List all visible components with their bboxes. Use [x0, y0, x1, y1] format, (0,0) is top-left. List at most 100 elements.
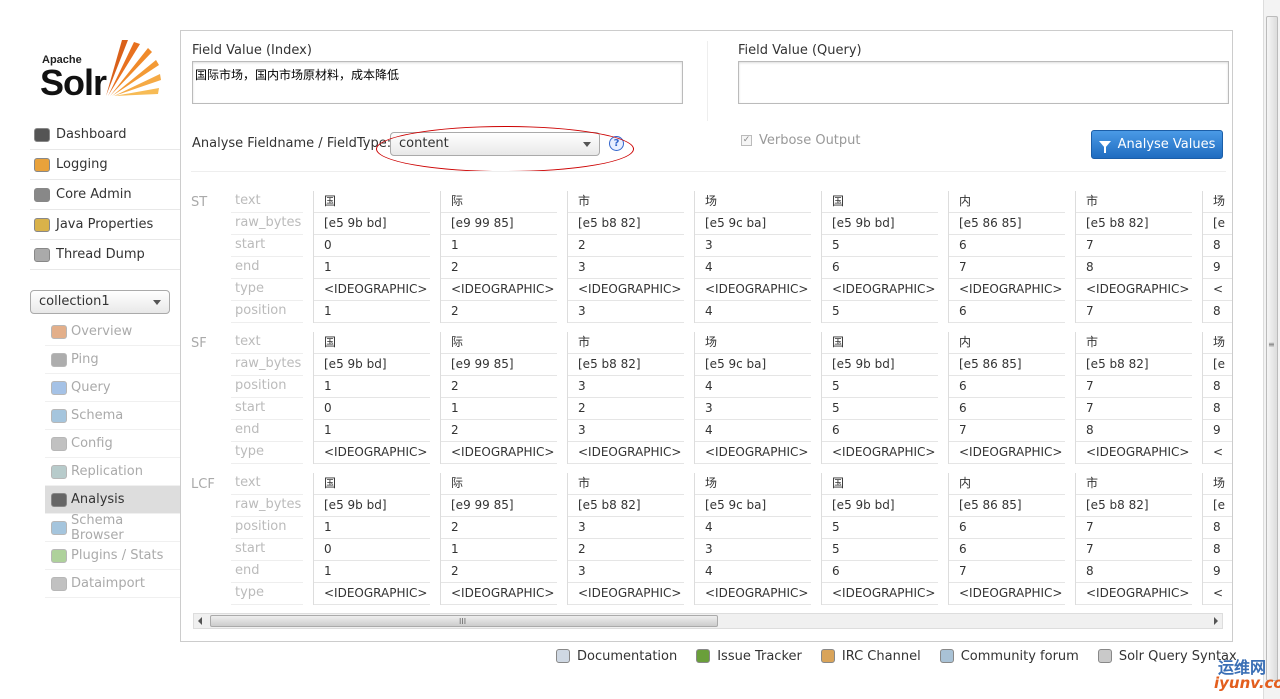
footer-link-irc-channel[interactable]: IRC Channel	[820, 646, 921, 666]
token-type: <IDEOGRAPHIC>	[822, 583, 938, 605]
token-text: 内	[949, 332, 1065, 354]
token-start: 0	[314, 235, 430, 257]
nav-item-label: Core Admin	[56, 187, 132, 202]
token-type: <IDEOGRAPHIC>	[568, 442, 684, 464]
config-icon	[51, 436, 67, 451]
page-scrollbar[interactable]: ≡	[1263, 0, 1280, 699]
funnel-icon	[1098, 141, 1111, 153]
token-start: 7	[1076, 235, 1192, 257]
token-start: 5	[822, 235, 938, 257]
token-column: 国 [e5 9b bd] 1 0 1 <IDEOGRAPHIC>	[314, 473, 430, 605]
index-value-text: 国际市场，国内市场原材料，成本降低	[195, 68, 400, 82]
core-selector[interactable]: collection1	[30, 290, 170, 314]
core-menu-item-config[interactable]: Config	[45, 430, 180, 458]
stage-key: position	[231, 376, 303, 398]
core-menu-item-label: Ping	[71, 352, 99, 367]
token-text: 场	[1203, 332, 1232, 354]
core-menu-item-replication[interactable]: Replication	[45, 458, 180, 486]
core-menu-item-ping[interactable]: Ping	[45, 346, 180, 374]
site-watermark: 运维网 iyunv.com	[1200, 654, 1280, 696]
token-type: <IDEOGRAPHIC>	[441, 583, 557, 605]
token-text: 市	[568, 191, 684, 213]
token-position: 8	[1203, 517, 1232, 539]
core-menu-item-label: Query	[71, 380, 111, 395]
solr-logo[interactable]: Apache Solr	[40, 38, 162, 103]
stage-name[interactable]: ST	[191, 195, 207, 210]
nav-item-dashboard[interactable]: Dashboard	[30, 120, 180, 150]
scroll-right-icon[interactable]	[1214, 617, 1218, 625]
core-menu-item-query[interactable]: Query	[45, 374, 180, 402]
token-column: 国 [e5 9b bd] 5 5 6 <IDEOGRAPHIC>	[822, 332, 938, 464]
scroll-left-icon[interactable]	[198, 617, 202, 625]
replication-icon	[51, 464, 67, 479]
token-column: 场 [e5 9c ba] 3 4 <IDEOGRAPHIC> 4	[695, 191, 811, 323]
core-menu-item-schema[interactable]: Schema	[45, 402, 180, 430]
scrollbar-thumb[interactable]: III	[210, 615, 718, 627]
verbose-output-toggle[interactable]: ✓ Verbose Output	[741, 133, 861, 148]
token-type: <	[1203, 442, 1232, 464]
footer-link-issue-tracker[interactable]: Issue Tracker	[696, 646, 802, 666]
token-type: <IDEOGRAPHIC>	[695, 442, 811, 464]
core-menu-item-dataimport[interactable]: Dataimport	[45, 570, 180, 598]
token-column: 市 [e5 b8 82] 7 7 8 <IDEOGRAPHIC>	[1076, 332, 1192, 464]
fieldtype-select[interactable]: content	[390, 132, 600, 156]
token-start: 3	[695, 539, 811, 561]
token-start: 2	[568, 539, 684, 561]
main-nav: Dashboard Logging Core Admin Java Propertie…	[30, 120, 180, 270]
query-value-label: Field Value (Query)	[738, 43, 862, 58]
core-menu-item-label: Analysis	[71, 492, 125, 507]
chevron-down-icon	[153, 300, 161, 305]
token-end: 3	[568, 420, 684, 442]
footer-link-documentation[interactable]: Documentation	[556, 646, 677, 666]
token-raw-bytes: [e5 86 85]	[949, 354, 1065, 376]
token-position: 1	[314, 517, 430, 539]
stage-key: position	[231, 301, 303, 323]
token-column: 际 [e9 99 85] 2 1 2 <IDEOGRAPHIC>	[441, 473, 557, 605]
help-icon[interactable]: ?	[609, 136, 624, 151]
token-position: 5	[822, 376, 938, 398]
nav-item-label: Thread Dump	[56, 247, 145, 262]
token-end: 8	[1076, 420, 1192, 442]
core-menu-item-label: Schema Browser	[70, 512, 124, 543]
core-menu-item-label: Plugins / Stats	[71, 548, 164, 563]
nav-item-thread-dump[interactable]: Thread Dump	[30, 240, 180, 270]
core-menu-item-analysis[interactable]: Analysis	[45, 486, 180, 514]
token-type: <IDEOGRAPHIC>	[949, 442, 1065, 464]
token-text: 市	[568, 473, 684, 495]
stage-name[interactable]: SF	[191, 336, 207, 351]
token-text: 内	[949, 191, 1065, 213]
index-value-input[interactable]: 国际市场，国内市场原材料，成本降低	[192, 61, 683, 104]
section-divider	[191, 171, 1226, 172]
token-text: 国	[822, 332, 938, 354]
core-menu-item-overview[interactable]: Overview	[45, 318, 180, 346]
nav-item-logging[interactable]: Logging	[30, 150, 180, 180]
core-menu-item-schema-browser[interactable]: Schema Browser	[45, 512, 180, 543]
analyse-values-button[interactable]: Analyse Values	[1091, 130, 1223, 159]
token-text: 国	[314, 191, 430, 213]
token-column: 国 [e5 9b bd] 0 1 <IDEOGRAPHIC> 1	[314, 191, 430, 323]
token-text: 场	[1203, 191, 1232, 213]
core-menu-item-label: Replication	[71, 464, 143, 479]
horizontal-scrollbar[interactable]: III	[193, 613, 1223, 629]
token-position: 7	[1076, 301, 1192, 323]
token-end: 3	[568, 561, 684, 583]
token-column: 内 [e5 86 85] 6 7 <IDEOGRAPHIC> 6	[949, 191, 1065, 323]
nav-item-core-admin[interactable]: Core Admin	[30, 180, 180, 210]
token-start: 1	[441, 539, 557, 561]
token-start: 5	[822, 398, 938, 420]
query-value-input[interactable]	[738, 61, 1229, 104]
token-position: 1	[314, 301, 430, 323]
footer-link-community-forum[interactable]: Community forum	[939, 646, 1079, 666]
stage-name[interactable]: LCF	[191, 477, 215, 492]
column-divider	[707, 41, 708, 121]
stage-keys: text raw_bytes position start end type	[231, 332, 303, 464]
verbose-checkbox[interactable]: ✓	[741, 135, 752, 146]
token-position: 2	[441, 517, 557, 539]
token-type: <IDEOGRAPHIC>	[314, 583, 430, 605]
nav-item-java-properties[interactable]: Java Properties	[30, 210, 180, 240]
core-menu-item-plugins-stats[interactable]: Plugins / Stats	[45, 542, 180, 570]
token-raw-bytes: [e	[1203, 354, 1232, 376]
stage-key: text	[231, 473, 303, 495]
token-position: 8	[1203, 301, 1232, 323]
token-end: 2	[441, 561, 557, 583]
